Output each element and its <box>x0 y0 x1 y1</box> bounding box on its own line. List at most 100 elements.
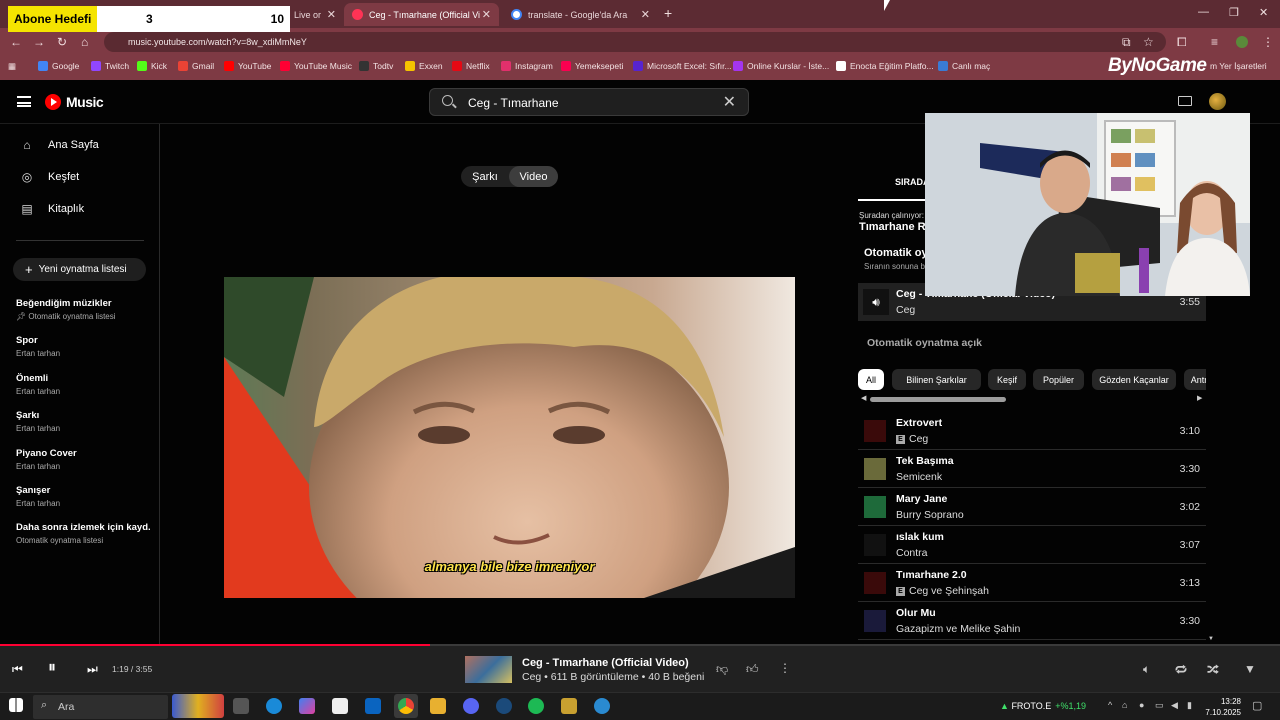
install-app-icon[interactable]: ⧉ <box>1122 35 1131 50</box>
bookmark-item[interactable]: Microsoft Excel: Sıfır... <box>633 61 732 71</box>
browser-tab-active[interactable]: Ceg - Tımarhane (Official Vi ✕ <box>344 3 499 26</box>
new-tab-icon[interactable]: + <box>664 5 672 21</box>
tray-chevron-icon[interactable]: ^ <box>1108 700 1112 710</box>
queue-row[interactable]: Tek Başıma Semicenk 3:30 <box>858 450 1206 488</box>
toggle-video[interactable]: Video <box>509 166 558 187</box>
player-thumbnail[interactable] <box>465 656 512 683</box>
close-window-icon[interactable]: ✕ <box>1259 6 1268 19</box>
bookmark-item[interactable]: Google <box>38 61 79 71</box>
edge-icon[interactable] <box>266 698 282 714</box>
sidebar-playlist[interactable]: Spor Ertan tarhan <box>16 335 151 358</box>
network-icon[interactable]: ▭ <box>1155 700 1164 711</box>
queue-row[interactable]: ıslak kum Contra 3:07 <box>858 526 1206 564</box>
taskbar-clock[interactable]: 13:28 7.10.2025 <box>1203 696 1241 718</box>
cast-icon[interactable] <box>1178 96 1192 106</box>
queue-row[interactable]: Extrovert E Ceg 3:10 <box>858 412 1206 450</box>
file-explorer-icon[interactable] <box>430 698 446 714</box>
notification-icon[interactable]: ▢ <box>1252 699 1262 712</box>
sidebar-playlist[interactable]: Şanışer Ertan tarhan <box>16 485 151 508</box>
queue-row[interactable]: Olur Mu Gazapizm ve Melike Şahin 3:30 <box>858 602 1206 640</box>
filter-chip[interactable]: Popüler <box>1033 369 1084 390</box>
filter-chip[interactable]: Bilinen Şarkılar <box>892 369 981 390</box>
sidebar-item-library[interactable]: ▤ Kitaplık <box>20 202 84 216</box>
restore-icon[interactable]: ❐ <box>1229 6 1239 19</box>
player-title[interactable]: Ceg - Tımarhane (Official Video) <box>522 657 689 669</box>
chevron-left-icon[interactable]: ◀ <box>861 394 866 402</box>
sidebar-playlist[interactable]: Piyano Cover Ertan tarhan <box>16 448 151 471</box>
search-input[interactable]: Ceg - Tımarhane ✕ <box>429 88 749 116</box>
bookmark-item[interactable]: Gmail <box>178 61 214 71</box>
next-icon[interactable]: ⏭ <box>87 662 98 677</box>
bookmark-all[interactable]: m Yer İşaretleri <box>1210 61 1267 71</box>
bookmark-star-icon[interactable]: ☆ <box>1143 35 1154 49</box>
bookmark-item[interactable]: Enocta Eğitim Platfo... <box>836 61 934 71</box>
apps-grid-icon[interactable]: ▦ <box>8 61 16 72</box>
store-icon[interactable] <box>332 698 348 714</box>
tray-usb-icon[interactable]: ⌂ <box>1122 700 1127 710</box>
browser-tab[interactable]: Live or ✕ <box>286 3 344 26</box>
sidebar-playlist[interactable]: Daha sonra izlemek için kayd... Otomatik … <box>16 522 151 545</box>
steam-icon[interactable] <box>496 698 512 714</box>
extensions-icon[interactable]: ⧠ <box>1177 35 1187 50</box>
bookmark-item[interactable]: YouTube Music <box>280 61 352 71</box>
browser-tab[interactable]: translate - Google'da Ara ✕ <box>503 3 658 26</box>
dislike-icon[interactable]: 👎︎ <box>716 662 728 677</box>
bookmark-item[interactable]: Todtv <box>359 61 393 71</box>
bookmark-item[interactable]: Kick <box>137 61 167 71</box>
close-tab-icon[interactable]: ✕ <box>327 8 336 21</box>
bookmark-item[interactable]: YouTube <box>224 61 271 71</box>
close-tab-icon[interactable]: ✕ <box>641 8 650 21</box>
chips-scrollbar[interactable] <box>870 397 1006 402</box>
expand-player-icon[interactable]: ▼ <box>1244 662 1256 676</box>
clear-search-icon[interactable]: ✕ <box>723 92 736 112</box>
bookmark-item[interactable]: Online Kurslar - İste... <box>733 61 829 71</box>
queue-row[interactable]: Tımarhane 2.0 E Ceg ve Şehinşah 3:13 <box>858 564 1206 602</box>
hamburger-menu-icon[interactable] <box>17 96 31 107</box>
filter-chip[interactable]: Keşif <box>988 369 1026 390</box>
sidebar-item-explore[interactable]: ◎ Keşfet <box>20 170 79 184</box>
outlook-icon[interactable] <box>365 698 381 714</box>
shuffle-icon[interactable]: 🔀︎ <box>1207 662 1219 679</box>
battery-icon[interactable]: ▮ <box>1187 700 1192 711</box>
home-icon[interactable]: ⌂ <box>81 35 88 49</box>
close-tab-icon[interactable]: ✕ <box>482 8 491 21</box>
new-playlist-button[interactable]: + Yeni oynatma listesi <box>13 258 146 281</box>
profile-avatar[interactable] <box>1236 36 1248 48</box>
sidebar-playlist[interactable]: Önemli Ertan tarhan <box>16 373 151 396</box>
widgets-icon[interactable] <box>172 694 224 718</box>
media-control-icon[interactable]: ≡ <box>1211 35 1218 49</box>
scroll-down-icon[interactable]: ▼ <box>1208 636 1214 642</box>
filter-chip[interactable]: All <box>858 369 884 390</box>
bookmark-item[interactable]: Netflix <box>452 61 490 71</box>
microphone-icon[interactable]: ● <box>1139 700 1144 710</box>
bookmark-item[interactable]: Exxen <box>405 61 443 71</box>
url-field[interactable]: music.youtube.com/watch?v=8w_xdiMmNeY <box>104 32 1166 52</box>
stock-widget[interactable]: ▲ FROTO.E +%1,19 <box>1000 701 1086 711</box>
toggle-song[interactable]: Şarkı <box>461 166 509 187</box>
sidebar-playlist[interactable]: Şarkı Ertan tarhan <box>16 410 151 433</box>
task-view-icon[interactable] <box>233 698 249 714</box>
back-icon[interactable]: ← <box>10 35 22 49</box>
menu-icon[interactable]: ⋮ <box>1262 35 1274 49</box>
spotify-icon[interactable] <box>528 698 544 714</box>
bookmark-item[interactable]: Instagram <box>501 61 553 71</box>
repeat-icon[interactable]: 🔁︎ <box>1175 662 1187 679</box>
sound-icon[interactable]: ◀ <box>1171 700 1178 711</box>
avatar[interactable] <box>1209 93 1226 110</box>
reload-icon[interactable]: ↻ <box>57 35 67 49</box>
bookmark-item[interactable]: Twitch <box>91 61 129 71</box>
youtube-music-logo-icon[interactable] <box>45 94 61 110</box>
copilot-icon[interactable] <box>299 698 315 714</box>
chevron-right-icon[interactable]: ▶ <box>1197 394 1202 402</box>
like-icon[interactable]: 👍︎ <box>746 662 759 677</box>
filter-chip[interactable]: Gözden Kaçanlar <box>1092 369 1176 390</box>
minimize-icon[interactable]: — <box>1198 6 1209 18</box>
discord-icon[interactable] <box>463 698 479 714</box>
playing-from-name[interactable]: Tımarhane Ra <box>859 221 932 233</box>
previous-icon[interactable]: ⏮ <box>12 662 23 677</box>
app-name[interactable]: Music <box>66 94 104 110</box>
taskbar-search-input[interactable]: Ara <box>33 695 168 719</box>
telegram-icon[interactable] <box>594 698 610 714</box>
league-icon[interactable] <box>561 698 577 714</box>
pause-icon[interactable]: ⏸ <box>48 659 56 677</box>
